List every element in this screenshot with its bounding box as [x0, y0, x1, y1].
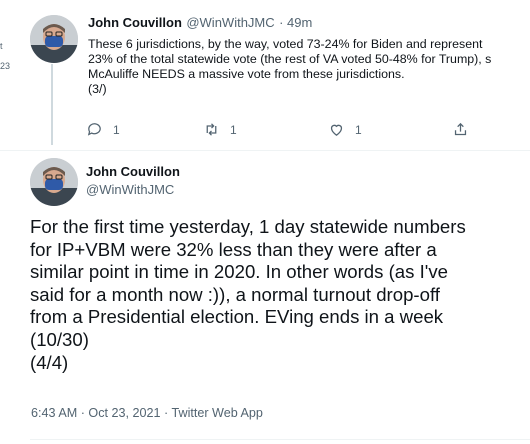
- divider: [30, 439, 530, 440]
- author-handle[interactable]: @WinWithJMC: [186, 15, 274, 30]
- tweet-header: John Couvillon @WinWithJMC · 49m: [88, 14, 312, 32]
- tweet-text: These 6 jurisdictions, by the way, voted…: [88, 37, 492, 96]
- tweet-time[interactable]: · 49m: [279, 15, 312, 30]
- clipped-edge-text: 23: [0, 61, 10, 71]
- tweet-timestamp[interactable]: 6:43 AM · Oct 23, 2021 · Twitter Web App: [31, 406, 263, 420]
- retweet-icon: [206, 123, 217, 136]
- tweet-actions: 1 1 1: [80, 121, 480, 141]
- clipped-edge-text: t: [0, 41, 3, 51]
- reply-button[interactable]: 1: [86, 121, 120, 138]
- like-count: 1: [355, 122, 362, 137]
- author-name[interactable]: John Couvillon: [88, 15, 182, 30]
- share-icon: [454, 122, 467, 136]
- thread-connector: [51, 64, 53, 145]
- avatar[interactable]: [30, 158, 78, 206]
- like-button[interactable]: 1: [328, 121, 362, 138]
- author-name[interactable]: John Couvillon: [86, 164, 180, 179]
- avatar[interactable]: [30, 15, 78, 63]
- divider: [0, 150, 530, 151]
- author-handle[interactable]: @WinWithJMC: [86, 182, 174, 197]
- share-button[interactable]: [452, 121, 469, 138]
- heart-icon: [330, 124, 343, 136]
- reply-icon: [87, 123, 101, 136]
- retweet-button[interactable]: 1: [203, 121, 237, 138]
- tweet-text: For the first time yesterday, 1 day stat…: [30, 216, 466, 373]
- reply-count: 1: [113, 122, 120, 137]
- retweet-count: 1: [230, 122, 237, 137]
